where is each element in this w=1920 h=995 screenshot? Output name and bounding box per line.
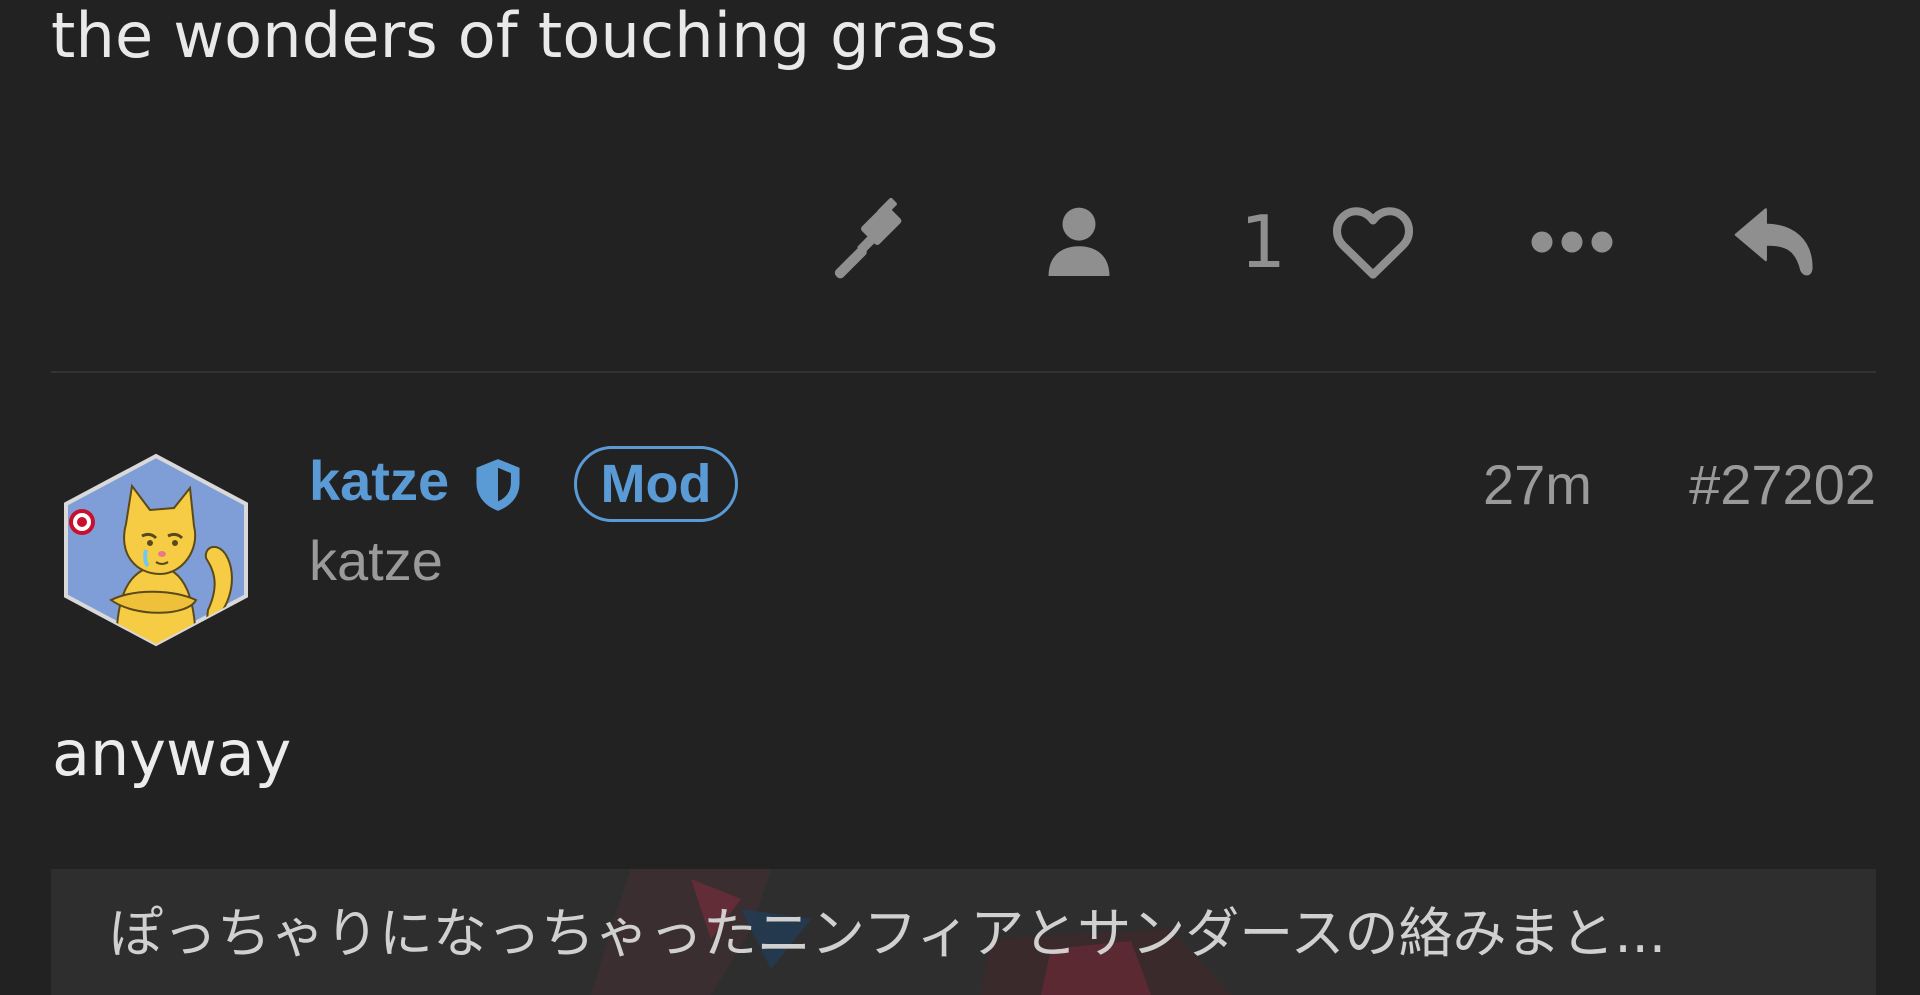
more-options-button[interactable]: [1522, 196, 1622, 288]
reply-button[interactable]: [1725, 196, 1825, 288]
author-display-name: katze: [309, 529, 443, 592]
shield-icon: [476, 459, 520, 511]
forum-thread: the wonders of touching grass 1 katze Mo…: [0, 0, 1920, 995]
reply-icon: [1734, 208, 1813, 276]
mod-badge: Mod: [574, 446, 738, 522]
user-button[interactable]: [1029, 196, 1129, 288]
author-username[interactable]: katze: [309, 448, 449, 514]
post-divider: [51, 371, 1876, 373]
post-number[interactable]: #27202: [1689, 452, 1876, 518]
like-button[interactable]: [1323, 196, 1423, 288]
post-actions-bar: 1: [0, 196, 1920, 288]
moderate-button[interactable]: [830, 196, 930, 288]
post-body: anyway: [52, 717, 292, 790]
gavel-icon: [834, 197, 902, 279]
like-count-text: 1: [1240, 200, 1286, 284]
previous-post-body: the wonders of touching grass: [51, 0, 999, 72]
heart-icon: [1333, 207, 1413, 279]
avatar[interactable]: [56, 450, 256, 650]
avatar-image: [64, 453, 248, 647]
embed-title[interactable]: ぽっちゃりになっちゃったニンフィアとサンダースの絡みまと...: [109, 903, 1836, 965]
user-icon: [1048, 207, 1110, 277]
like-count: 1: [1233, 196, 1293, 288]
more-icon: [1531, 231, 1613, 253]
post-timestamp[interactable]: 27m: [1483, 452, 1592, 518]
link-preview-embed[interactable]: ぽっちゃりになっちゃったニンフィアとサンダースの絡みまと...: [51, 869, 1876, 995]
